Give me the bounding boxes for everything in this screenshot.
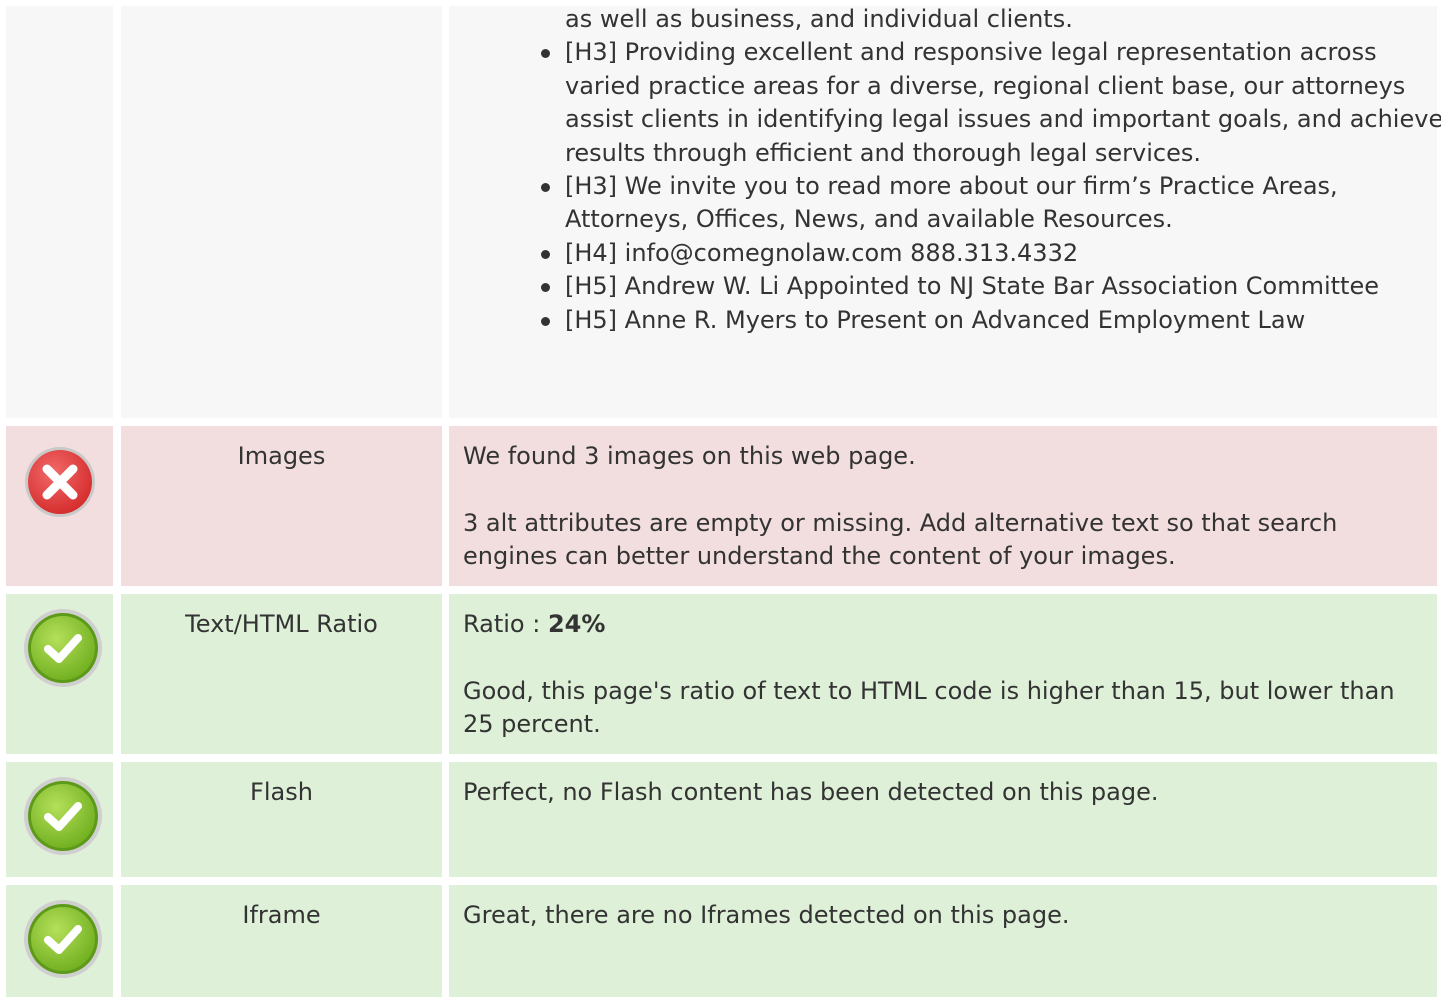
iframe-content-cell: Great, there are no Iframes detected on … — [449, 885, 1437, 997]
ratio-check-row: Text/HTML Ratio Ratio : 24% Good, this p… — [0, 594, 1441, 754]
seo-report-table: as well as business, and individual clie… — [0, 0, 1441, 997]
check-label: Iframe — [242, 901, 321, 929]
heading-item: [H4] info@comegnolaw.com 888.313.4332 — [541, 237, 1441, 270]
error-x-icon — [24, 446, 96, 518]
heading-item: as well as business, and individual clie… — [565, 5, 1073, 33]
iframe-label-cell: Iframe — [121, 885, 442, 997]
check-label: Text/HTML Ratio — [185, 610, 378, 638]
headings-list: as well as business, and individual clie… — [449, 3, 1441, 337]
ratio-value-line: Ratio : 24% — [463, 608, 1423, 641]
iframe-result-text: Great, there are no Iframes detected on … — [463, 901, 1070, 929]
ratio-advice: Good, this page's ratio of text to HTML … — [463, 677, 1395, 738]
iframe-status-cell — [6, 885, 113, 997]
headings-icon-cell — [6, 6, 113, 418]
images-check-row: Images We found 3 images on this web pag… — [0, 426, 1441, 586]
heading-item: [H5] Anne R. Myers to Present on Advance… — [541, 304, 1441, 337]
images-alt-advice: 3 alt attributes are empty or missing. A… — [463, 509, 1338, 570]
ratio-status-cell — [6, 594, 113, 754]
check-icon — [23, 899, 103, 979]
headings-label-cell — [121, 6, 442, 418]
flash-status-cell — [6, 762, 113, 877]
images-status-cell — [6, 426, 113, 586]
check-icon — [23, 608, 103, 688]
flash-content-cell: Perfect, no Flash content has been detec… — [449, 762, 1437, 877]
heading-item: [H3] We invite you to read more about ou… — [541, 170, 1441, 237]
check-label: Images — [237, 442, 326, 470]
ratio-prefix: Ratio : — [463, 610, 548, 638]
images-found-text: We found 3 images on this web page. — [463, 442, 916, 470]
check-icon — [23, 776, 103, 856]
images-label-cell: Images — [121, 426, 442, 586]
headings-content-cell: as well as business, and individual clie… — [449, 5, 1441, 418]
flash-check-row: Flash Perfect, no Flash content has been… — [0, 762, 1441, 877]
headings-row: as well as business, and individual clie… — [0, 5, 1441, 418]
flash-result-text: Perfect, no Flash content has been detec… — [463, 778, 1159, 806]
iframe-check-row: Iframe Great, there are no Iframes detec… — [0, 885, 1441, 997]
images-content-cell: We found 3 images on this web page. 3 al… — [449, 426, 1437, 586]
heading-item: [H5] Andrew W. Li Appointed to NJ State … — [541, 270, 1441, 303]
heading-item: [H3] Providing excellent and responsive … — [541, 36, 1441, 170]
flash-label-cell: Flash — [121, 762, 442, 877]
check-label: Flash — [250, 778, 313, 806]
ratio-value: 24% — [547, 610, 606, 638]
ratio-content-cell: Ratio : 24% Good, this page's ratio of t… — [449, 594, 1437, 754]
ratio-label-cell: Text/HTML Ratio — [121, 594, 442, 754]
